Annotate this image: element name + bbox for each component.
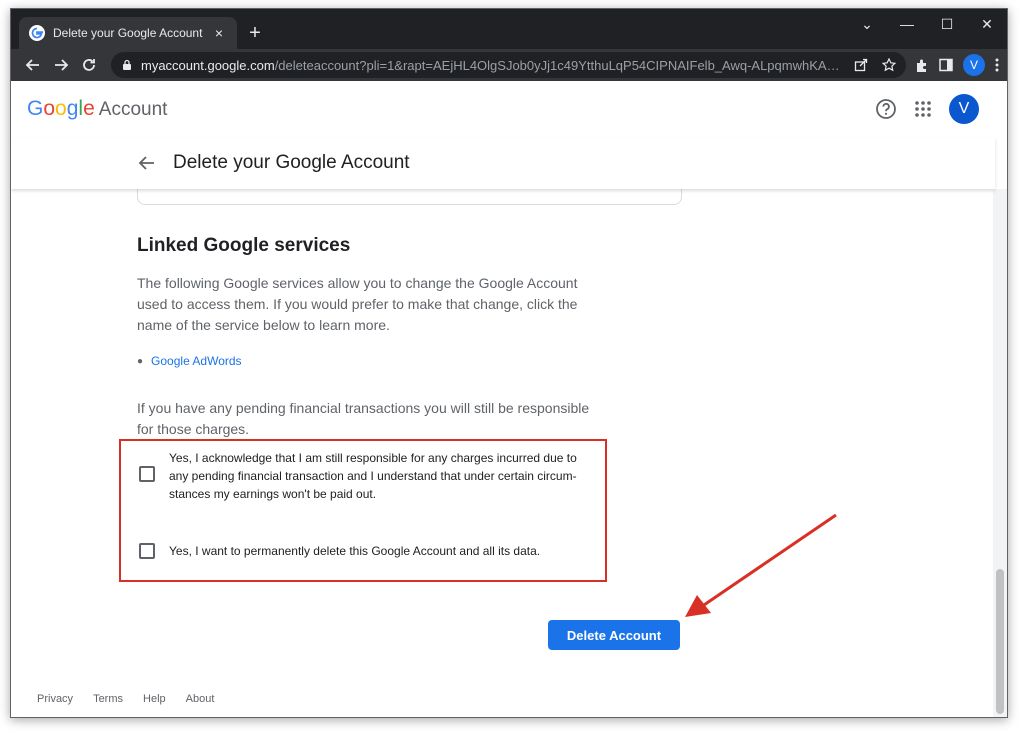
account-avatar[interactable]: V — [949, 94, 979, 124]
page-title: Delete your Google Account — [173, 152, 410, 173]
tab-search-icon[interactable]: ⌄ — [847, 16, 887, 33]
window-close-icon[interactable]: ✕ — [967, 16, 1007, 33]
ack-row-charges[interactable]: Yes, I acknowledge that I am still respo… — [139, 449, 599, 503]
linked-description: The following Google services allow you … — [137, 275, 578, 333]
logo-letter: o — [43, 97, 56, 120]
google-apps-icon[interactable] — [913, 99, 933, 119]
footer-about-link[interactable]: About — [186, 693, 215, 705]
ack-row-delete[interactable]: Yes, I want to permanently delete this G… — [139, 542, 599, 560]
browser-tab[interactable]: Delete your Google Account × — [19, 17, 237, 49]
new-tab-button[interactable]: + — [243, 21, 267, 45]
minimize-icon[interactable]: — — [887, 16, 927, 32]
logo-letter: g — [66, 97, 79, 120]
back-button[interactable] — [19, 51, 47, 79]
address-bar[interactable]: myaccount.google.com /deleteaccount?pli=… — [111, 52, 906, 78]
page-scrollbar[interactable] — [993, 189, 1007, 717]
reload-icon — [83, 59, 95, 71]
lock-icon[interactable] — [121, 59, 133, 71]
delete-account-button[interactable]: Delete Account — [548, 620, 680, 650]
back-arrow-icon[interactable] — [137, 153, 157, 173]
page-subheader: Delete your Google Account — [11, 137, 995, 189]
maximize-icon[interactable]: ☐ — [927, 16, 967, 33]
charges-ack-text[interactable]: Yes, I acknowledge that I am still respo… — [169, 449, 599, 503]
arrow-right-icon — [55, 59, 69, 71]
acknowledgement-highlight-box: Yes, I acknowledge that I am still respo… — [119, 439, 607, 582]
google-favicon-icon — [29, 25, 45, 41]
tab-strip: Delete your Google Account × + ⌄ — ☐ ✕ — [11, 9, 1007, 49]
delete-data-checkbox[interactable] — [139, 543, 155, 559]
kebab-menu-icon[interactable] — [995, 58, 999, 72]
google-wordmark: Google — [27, 97, 95, 121]
extensions-icon[interactable] — [914, 58, 929, 73]
side-panel-icon[interactable] — [939, 58, 953, 72]
tab-close-icon[interactable]: × — [211, 25, 227, 41]
list-item[interactable]: ● Google AdWords — [137, 354, 607, 368]
arrow-left-icon — [25, 59, 39, 71]
forward-button[interactable] — [47, 51, 75, 79]
logo-letter: G — [27, 97, 44, 120]
browser-toolbar: myaccount.google.com /deleteaccount?pli=… — [11, 49, 1007, 81]
scrollbar-thumb[interactable] — [996, 569, 1004, 714]
linked-services-section: Linked Google services The following Goo… — [137, 235, 607, 440]
window-controls: ⌄ — ☐ ✕ — [847, 9, 1007, 39]
red-arrow-annotation — [685, 513, 837, 617]
footer-terms-link[interactable]: Terms — [93, 693, 123, 705]
app-header: Google Account V — [11, 81, 995, 137]
url-path: /deleteaccount?pli=1&rapt=AEjHL4OlgSJob0… — [274, 57, 844, 73]
reload-button[interactable] — [75, 51, 103, 79]
logo-letter: e — [83, 97, 95, 120]
logo-product: Account — [98, 99, 168, 120]
service-link-google-adwords[interactable]: Google AdWords — [151, 354, 242, 368]
toolbar-actions: V — [914, 54, 999, 76]
footer-privacy-link[interactable]: Privacy — [37, 693, 73, 705]
help-icon[interactable] — [875, 98, 897, 120]
logo-letter: o — [55, 97, 67, 120]
google-account-logo[interactable]: Google Account — [27, 97, 167, 121]
tab-title: Delete your Google Account — [53, 26, 203, 40]
bookmark-star-icon[interactable] — [882, 58, 896, 72]
delete-ack-text[interactable]: Yes, I want to permanently delete this G… — [169, 542, 599, 560]
section-title: Linked Google services — [137, 235, 351, 256]
browser-window: Delete your Google Account × + ⌄ — ☐ ✕ m… — [10, 8, 1008, 718]
bullet-icon: ● — [137, 355, 144, 367]
url-host: myaccount.google.com — [141, 57, 275, 73]
page-footer: Privacy Terms Help About — [37, 693, 214, 705]
linked-services-list: ● Google AdWords — [137, 354, 607, 368]
financial-note: If you have any pending financial transa… — [137, 400, 590, 437]
share-icon[interactable] — [854, 58, 868, 72]
page-content: Google Account V Delete your Google Acco… — [11, 81, 1007, 717]
charges-checkbox[interactable] — [139, 466, 155, 482]
header-actions: V — [875, 94, 979, 124]
profile-avatar[interactable]: V — [963, 54, 985, 76]
footer-help-link[interactable]: Help — [143, 693, 166, 705]
